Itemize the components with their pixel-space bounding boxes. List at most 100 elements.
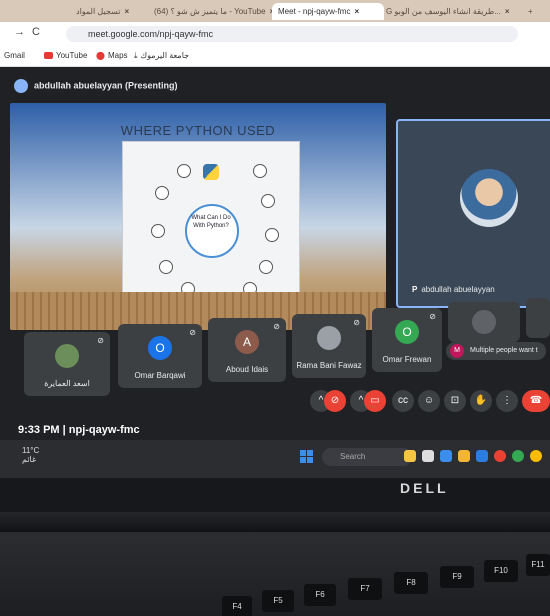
key-f4[interactable]: F4 bbox=[222, 596, 252, 616]
multiple-people-notice[interactable]: M Multiple people want t bbox=[446, 342, 546, 360]
windows-start-icon[interactable] bbox=[300, 450, 314, 464]
participant-avatar: A bbox=[235, 330, 259, 354]
self-view-tile[interactable]: Pabdullah abuelayyan bbox=[396, 119, 550, 308]
laptop-bezel bbox=[0, 478, 550, 512]
forward-icon[interactable]: → bbox=[14, 26, 25, 38]
participant-name: Omar Frewan bbox=[382, 355, 432, 364]
opera-icon[interactable] bbox=[494, 450, 506, 462]
laptop-screen: تسجيل المواد × (64) ما يتميز ش شو ؟ - You… bbox=[0, 0, 550, 478]
poster-node bbox=[155, 186, 169, 200]
close-icon[interactable]: × bbox=[505, 7, 510, 16]
participant-tile[interactable] bbox=[448, 302, 520, 342]
weather-widget[interactable]: 11°C غائم bbox=[22, 446, 39, 464]
tab-label: تسجيل المواد bbox=[76, 7, 121, 16]
tab-label: G طريقة انشاء اليوسف من الوبو... bbox=[386, 7, 501, 16]
key-f5[interactable]: F5 bbox=[262, 590, 294, 612]
key-f6[interactable]: F6 bbox=[304, 584, 336, 606]
meeting-info: 9:33 PM | npj-qayw-fmc bbox=[18, 424, 140, 436]
captions-button[interactable]: cc bbox=[392, 390, 414, 412]
python-poster: What Can I Do With Python? bbox=[122, 141, 300, 313]
browser-tab-bar: تسجيل المواد × (64) ما يتميز ش شو ؟ - You… bbox=[0, 0, 550, 22]
multiple-people-text: Multiple people want t bbox=[470, 347, 538, 354]
key-f11[interactable]: F11 bbox=[526, 554, 550, 576]
participant-avatar bbox=[55, 344, 79, 368]
present-button[interactable]: ⊡ bbox=[444, 390, 466, 412]
multiple-people-badge: M bbox=[450, 344, 464, 358]
weather-desc: غائم bbox=[22, 455, 37, 464]
participant-name: Aboud Idais bbox=[225, 365, 269, 374]
youtube-icon bbox=[44, 52, 53, 60]
brand-logo: DELL bbox=[400, 480, 449, 496]
self-avatar bbox=[460, 169, 518, 227]
weather-temp: 11°C bbox=[22, 446, 40, 455]
address-bar-row: → C meet.google.com/npj-qayw-fmc bbox=[0, 22, 550, 46]
widgets-icon[interactable] bbox=[404, 450, 416, 462]
bookmark-yarmouk-label: جامعة اليرموك bbox=[140, 51, 190, 60]
reload-icon[interactable]: C bbox=[32, 26, 40, 38]
self-view-name-text: abdullah abuelayyan bbox=[421, 285, 495, 294]
participant-avatar: O bbox=[148, 336, 172, 360]
mic-toggle-button[interactable]: ⊘ bbox=[324, 390, 346, 412]
new-tab-button[interactable]: + bbox=[522, 3, 548, 20]
poster-node bbox=[259, 260, 273, 274]
participant-avatar bbox=[317, 326, 341, 350]
tab-meet[interactable]: Meet - npj-qayw-fmc × bbox=[272, 3, 384, 20]
close-icon[interactable]: × bbox=[354, 7, 359, 16]
tab-label: (64) ما يتميز ش شو ؟ - YouTube bbox=[154, 7, 266, 16]
mic-off-icon: ⊘ bbox=[353, 318, 360, 327]
url-input[interactable]: meet.google.com/npj-qayw-fmc bbox=[66, 26, 518, 42]
poster-node bbox=[265, 228, 279, 242]
bookmark-gmail[interactable]: Gmail bbox=[4, 51, 25, 60]
bookmark-youtube[interactable]: YouTube bbox=[44, 51, 87, 60]
poster-node bbox=[261, 194, 275, 208]
poster-center-text: What Can I Do With Python? bbox=[191, 215, 231, 229]
presentation-slide: WHERE PYTHON USED What Can I Do With Pyt… bbox=[10, 103, 386, 330]
task-view-icon[interactable] bbox=[422, 450, 434, 462]
participant-avatar: O bbox=[395, 320, 419, 344]
poster-node bbox=[177, 164, 191, 178]
python-logo-icon bbox=[203, 164, 219, 180]
store-icon[interactable] bbox=[476, 450, 488, 462]
poster-center-circle bbox=[185, 204, 239, 258]
chrome-icon[interactable] bbox=[530, 450, 542, 462]
meet-window: abdullah abuelayyan (Presenting) WHERE P… bbox=[0, 67, 550, 478]
laptop-hinge bbox=[0, 512, 550, 532]
bookmarks-bar: Gmail YouTube ⬤ Maps ⤓ جامعة اليرموك bbox=[0, 46, 550, 67]
emoji-button[interactable]: ☺ bbox=[418, 390, 440, 412]
tab-youtube[interactable]: (64) ما يتميز ش شو ؟ - YouTube× bbox=[148, 3, 278, 20]
participant-name: Rama Bani Fawaz bbox=[296, 361, 362, 370]
more-options-icon[interactable]: ⋮ bbox=[496, 390, 518, 412]
slide-title: WHERE PYTHON USED bbox=[120, 123, 276, 138]
bookmark-maps-label: Maps bbox=[107, 51, 128, 60]
participant-tile[interactable]: ⊘ Rama Bani Fawaz bbox=[292, 314, 366, 378]
close-icon[interactable]: × bbox=[124, 7, 129, 16]
poster-node bbox=[151, 224, 165, 238]
participant-name: Omar Barqawi bbox=[134, 371, 186, 380]
laptop-keyboard: F4 F5 F6 F7 F8 F9 F10 F11 bbox=[0, 532, 550, 616]
end-call-button[interactable]: ☎ bbox=[522, 390, 550, 412]
file-explorer-icon[interactable] bbox=[458, 450, 470, 462]
participant-tile[interactable]: ⊘ A Aboud Idais bbox=[208, 318, 286, 382]
participant-tile[interactable]: ⊘ O Omar Barqawi bbox=[118, 324, 202, 388]
tab-label: Meet - npj-qayw-fmc bbox=[278, 7, 351, 16]
key-f8[interactable]: F8 bbox=[394, 572, 428, 594]
participant-tile[interactable] bbox=[526, 298, 550, 338]
raise-hand-button[interactable]: ✋ bbox=[470, 390, 492, 412]
key-f10[interactable]: F10 bbox=[484, 560, 518, 582]
tab-search[interactable]: G طريقة انشاء اليوسف من الوبو... × bbox=[380, 3, 532, 20]
key-f9[interactable]: F9 bbox=[440, 566, 474, 588]
key-f7[interactable]: F7 bbox=[348, 578, 382, 600]
participant-avatar bbox=[472, 310, 496, 334]
tab-course-registration[interactable]: تسجيل المواد × bbox=[70, 3, 152, 20]
laptop-photo: تسجيل المواد × (64) ما يتميز ش شو ؟ - You… bbox=[0, 0, 550, 616]
camera-toggle-button[interactable]: ▭ bbox=[364, 390, 386, 412]
participant-tile[interactable]: ⊘ O Omar Frewan bbox=[372, 308, 442, 372]
edge-icon[interactable] bbox=[440, 450, 452, 462]
poster-node bbox=[253, 164, 267, 178]
chrome-icon[interactable] bbox=[512, 450, 524, 462]
bookmark-yarmouk[interactable]: ⤓ جامعة اليرموك bbox=[134, 51, 189, 61]
bookmark-maps[interactable]: ⬤ Maps bbox=[96, 51, 128, 60]
presenter-avatar bbox=[14, 79, 28, 93]
map-pin-icon: ⬤ bbox=[96, 51, 105, 60]
taskbar-search[interactable]: Search bbox=[322, 448, 412, 466]
